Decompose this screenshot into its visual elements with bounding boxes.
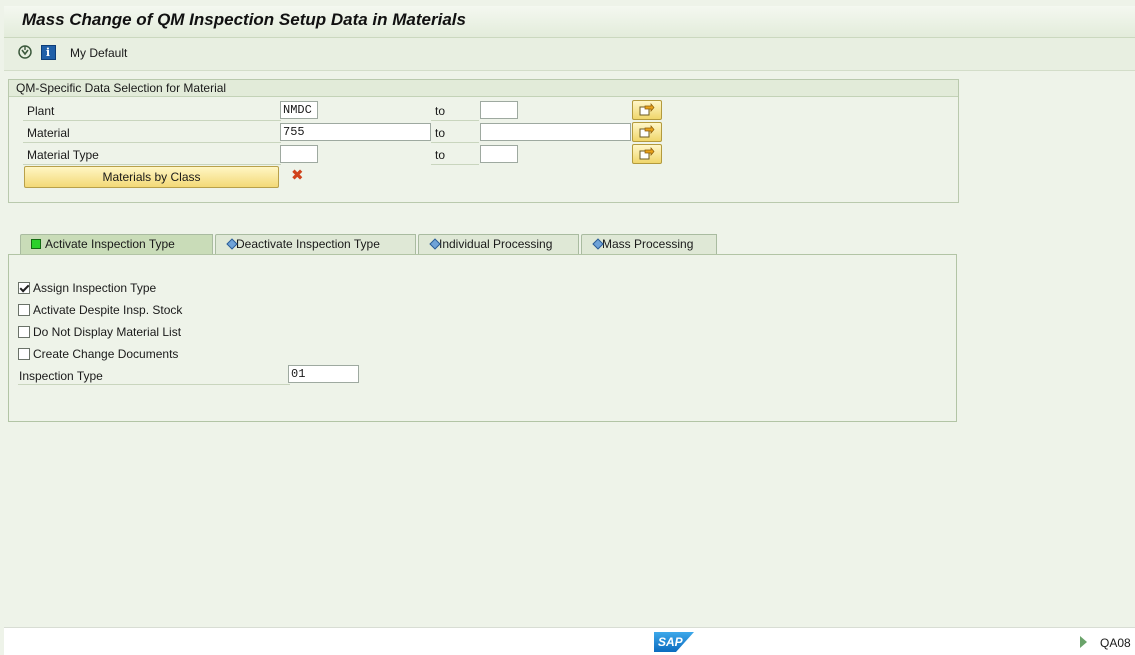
assign-inspection-type-checkbox-row[interactable]: Assign Inspection Type [18, 280, 156, 296]
selection-group: QM-Specific Data Selection for Material … [8, 79, 959, 203]
material-type-to-label: to [435, 148, 446, 162]
checkbox-label: Assign Inspection Type [33, 281, 157, 295]
delete-icon[interactable]: ✖ [291, 168, 304, 183]
material-to-input[interactable] [480, 123, 631, 141]
create-change-documents-checkbox[interactable] [18, 348, 30, 360]
plant-multiple-selection-button[interactable] [632, 100, 662, 120]
material-type-to-input[interactable] [480, 145, 518, 163]
page-title: Mass Change of QM Inspection Setup Data … [22, 10, 466, 29]
inspection-type-input[interactable]: 01 [288, 365, 359, 383]
material-type-label: Material Type [27, 148, 99, 162]
multiple-selection-icon [639, 147, 655, 160]
status-bar: SAP QA08 [4, 627, 1135, 655]
create-change-documents-checkbox-row[interactable]: Create Change Documents [18, 346, 178, 362]
play-icon[interactable] [1080, 636, 1087, 648]
multiple-selection-icon [639, 103, 655, 116]
material-to-label: to [435, 126, 446, 140]
selection-group-title: QM-Specific Data Selection for Material [9, 80, 958, 97]
material-type-from-input[interactable] [280, 145, 318, 163]
activate-despite-insp-stock-checkbox-row[interactable]: Activate Despite Insp. Stock [18, 302, 182, 318]
material-to-underline [431, 142, 479, 143]
get-variant-my-default[interactable]: My Default [70, 46, 127, 60]
tab-label: Individual Processing [439, 237, 553, 251]
tab-activate-inspection-type[interactable]: Activate Inspection Type [20, 234, 213, 255]
activate-despite-insp-stock-checkbox[interactable] [18, 304, 30, 316]
checkbox-label: Activate Despite Insp. Stock [33, 303, 183, 317]
application-toolbar: i My Default [4, 38, 1135, 71]
plant-label-underline [23, 120, 281, 121]
execute-icon[interactable] [17, 44, 33, 60]
plant-to-label: to [435, 104, 446, 118]
tab-mass-processing[interactable]: Mass Processing [581, 234, 717, 254]
materials-by-class-button[interactable]: Materials by Class [24, 166, 279, 188]
material-label-underline [23, 142, 281, 143]
tab-individual-processing[interactable]: Individual Processing [418, 234, 579, 254]
assign-inspection-type-checkbox[interactable] [18, 282, 30, 294]
tab-label: Activate Inspection Type [45, 237, 175, 251]
plant-label: Plant [27, 104, 55, 118]
main-area: QM-Specific Data Selection for Material … [4, 71, 1135, 627]
tab-label: Deactivate Inspection Type [236, 237, 380, 251]
plant-from-input[interactable]: NMDC [280, 101, 318, 119]
material-type-multiple-selection-button[interactable] [632, 144, 662, 164]
tab-panel-activate: Assign Inspection Type Activate Despite … [8, 254, 957, 422]
checkbox-label: Do Not Display Material List [33, 325, 182, 339]
title-bar: Mass Change of QM Inspection Setup Data … [4, 6, 1135, 38]
do-not-display-material-list-checkbox[interactable] [18, 326, 30, 338]
info-glyph: i [40, 44, 56, 60]
transaction-code[interactable]: QA08 [1100, 636, 1131, 650]
material-label: Material [27, 126, 70, 140]
tab-deactivate-inspection-type[interactable]: Deactivate Inspection Type [215, 234, 416, 254]
checkbox-label: Create Change Documents [33, 347, 179, 361]
do-not-display-material-list-checkbox-row[interactable]: Do Not Display Material List [18, 324, 181, 340]
green-square-icon [31, 239, 41, 249]
material-multiple-selection-button[interactable] [632, 122, 662, 142]
inspection-type-label: Inspection Type [19, 369, 103, 383]
sap-logo: SAP [654, 632, 694, 652]
multiple-selection-icon [639, 125, 655, 138]
material-from-input[interactable]: 755 [280, 123, 431, 141]
material-type-label-underline [23, 164, 281, 165]
inspection-type-underline [18, 384, 290, 385]
info-icon[interactable]: i [40, 44, 56, 60]
material-type-to-underline [431, 164, 479, 165]
plant-to-input[interactable] [480, 101, 518, 119]
plant-to-underline [431, 120, 479, 121]
tab-label: Mass Processing [602, 237, 694, 251]
